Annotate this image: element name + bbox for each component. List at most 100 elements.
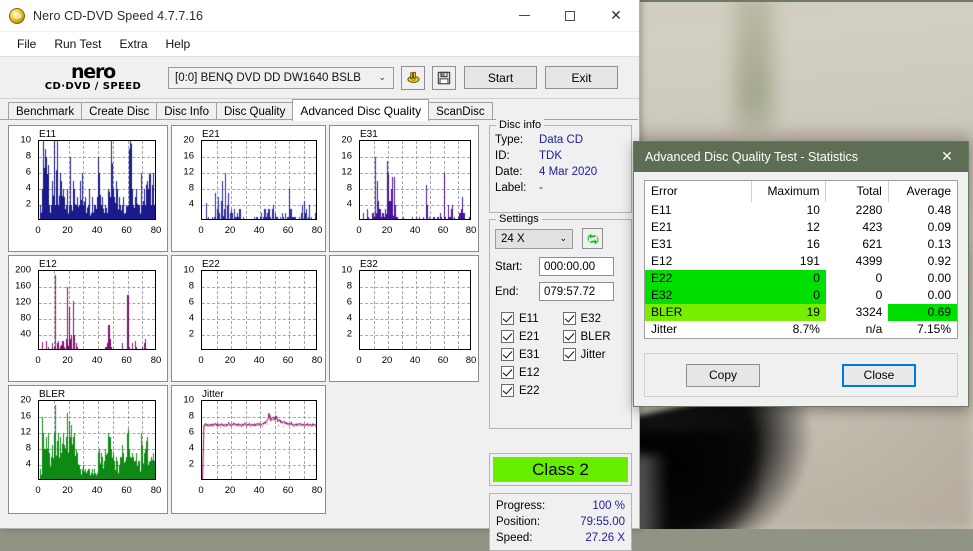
y-tick-label: 8	[346, 182, 352, 194]
statistics-dialog-title-bar: Advanced Disc Quality Test - Statistics …	[634, 142, 968, 172]
plot-area-e32	[359, 270, 471, 350]
minimize-button[interactable]	[501, 0, 547, 31]
column-header-error: Error	[645, 181, 752, 202]
start-position-input[interactable]: 000:00.00	[539, 257, 614, 276]
progress-label: Progress:	[496, 500, 546, 512]
x-tick-label: 60	[282, 355, 294, 366]
cell-total: 423	[862, 220, 883, 234]
checkbox-e32[interactable]: E32	[562, 312, 626, 325]
y-tick-label: 8	[346, 280, 352, 292]
plot-area-e21	[201, 140, 317, 220]
statistics-dialog-footer: Copy Close	[644, 353, 958, 397]
plot-area-jitter	[201, 400, 317, 480]
checkbox-bler[interactable]: BLER	[562, 330, 626, 343]
x-tick-label: 40	[253, 225, 265, 236]
table-row[interactable]: E31 16 621 0.13	[645, 236, 957, 253]
series-e21	[202, 141, 316, 219]
speed-select[interactable]: 24 X ⌄	[495, 228, 573, 249]
copy-button[interactable]: Copy	[686, 363, 760, 387]
table-row[interactable]: E22 0 0 0.00	[645, 270, 957, 287]
table-row[interactable]: E12 191 4399 0.92	[645, 253, 957, 270]
y-tick-label: 40	[20, 328, 31, 340]
cell-error: E12	[651, 254, 673, 268]
nero-logo: nero CD·DVD ∕ SPEED	[28, 61, 158, 95]
menu-help[interactable]: Help	[157, 34, 200, 54]
checkbox-jitter[interactable]: Jitter	[562, 348, 626, 361]
maximize-button[interactable]	[547, 0, 593, 31]
statistics-dialog-close-button[interactable]: ✕	[926, 142, 968, 172]
column-header-maximum: Maximum	[751, 181, 827, 202]
x-tick-label: 40	[91, 355, 103, 366]
cell-error: E22	[645, 270, 752, 287]
close-dialog-button[interactable]: Close	[842, 363, 916, 387]
chart-e22: E22 2 4 6 8 10 0 20 40 60 80	[171, 255, 326, 382]
checkbox-e32-label: E32	[580, 312, 601, 325]
cell-error: E31	[651, 237, 673, 251]
y-tick-label: 20	[183, 134, 194, 146]
nero-logo-subtitle: CD·DVD ∕ SPEED	[44, 80, 142, 92]
y-tick-label: 12	[341, 166, 352, 178]
x-tick-label: 20	[62, 355, 73, 366]
menu-extra[interactable]: Extra	[110, 34, 156, 54]
menu-run-test[interactable]: Run Test	[45, 34, 110, 54]
x-tick-label: 80	[311, 485, 323, 496]
chart-bler: BLER 4 8 12 16 20 0 20 40 60 80	[8, 385, 168, 514]
x-tick-label: 80	[150, 485, 162, 496]
table-row[interactable]: Jitter 8.7% n/a 7.15%	[645, 321, 957, 338]
cell-total: 621	[862, 237, 883, 251]
x-tick-label: 0	[198, 225, 204, 236]
chart-title-e12: E12	[39, 259, 57, 270]
y-tick-label: 4	[346, 312, 352, 324]
x-tick-label: 0	[35, 225, 41, 236]
checkbox-e22-box	[501, 384, 514, 397]
refresh-speed-button[interactable]	[582, 228, 603, 249]
x-tick-label: 60	[437, 225, 449, 236]
save-results-button[interactable]	[432, 65, 456, 90]
menu-file[interactable]: File	[8, 34, 45, 54]
checkbox-e21[interactable]: E21	[501, 330, 563, 343]
x-tick-label: 20	[62, 225, 73, 236]
plot-area-e11	[38, 140, 156, 220]
disc-info-value-date: 4 Mar 2020	[539, 166, 598, 178]
x-tick-label: 80	[311, 355, 323, 366]
statistics-table: Error Maximum Total Average E11 10 2280 0.4…	[645, 181, 957, 338]
tab-advanced-disc-quality[interactable]: Advanced Disc Quality	[292, 99, 430, 121]
cell-error: BLER	[645, 304, 752, 321]
window-title: Nero CD-DVD Speed 4.7.7.16	[33, 8, 204, 23]
chart-title-e21: E21	[202, 129, 220, 140]
drive-select[interactable]: [0:0] BENQ DVD DD DW1640 BSLB ⌄	[168, 66, 394, 89]
table-row[interactable]: E32 0 0 0.00	[645, 287, 957, 304]
exit-button[interactable]: Exit	[545, 66, 618, 89]
checkbox-e11[interactable]: E11	[501, 312, 563, 325]
checkbox-bler-box	[562, 330, 576, 343]
cell-total: 0	[875, 288, 883, 302]
chart-e12: E12 40 80 120 160 200 0 20 40 60 80	[8, 255, 168, 382]
eject-disc-button[interactable]	[401, 65, 425, 90]
x-tick-label: 0	[198, 485, 204, 496]
table-row[interactable]: BLER 19 3324 0.69	[645, 304, 957, 321]
y-tick-label: 4	[25, 182, 31, 194]
start-button[interactable]: Start	[464, 66, 537, 89]
end-position-input[interactable]: 079:57.72	[539, 282, 614, 301]
y-tick-label: 4	[25, 458, 31, 470]
cell-total: 2280	[855, 203, 883, 217]
chart-e32: E32 2 4 6 8 10 0 20 40 60 80	[329, 255, 479, 382]
status-badge: Class 2	[493, 457, 628, 482]
x-tick-label: 20	[381, 225, 393, 236]
chart-title-bler: BLER	[39, 389, 66, 400]
checkbox-e31[interactable]: E31	[501, 348, 563, 361]
x-tick-label: 40	[253, 355, 265, 366]
cell-maximum: 10	[806, 203, 820, 217]
checkbox-e12[interactable]: E12	[501, 366, 563, 379]
close-button[interactable]: ✕	[593, 0, 639, 31]
table-row[interactable]: E11 10 2280 0.48	[645, 202, 957, 219]
column-header-average: Average	[906, 184, 951, 198]
table-row[interactable]: E21 12 423 0.09	[645, 219, 957, 236]
checkbox-e11-label: E11	[519, 312, 539, 325]
series-e22	[202, 271, 316, 349]
close-icon: ✕	[941, 149, 953, 165]
close-icon: ✕	[610, 7, 622, 24]
statistics-table-head: Error Maximum Total Average	[645, 181, 957, 202]
cell-maximum: 19	[751, 304, 826, 321]
checkbox-e22[interactable]: E22	[501, 384, 563, 397]
